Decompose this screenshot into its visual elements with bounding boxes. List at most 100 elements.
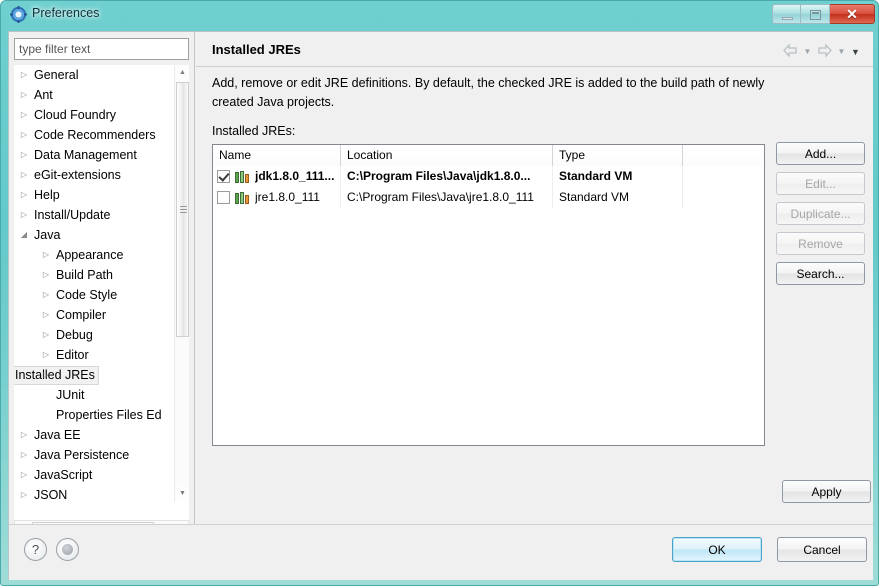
maximize-button[interactable]	[801, 4, 830, 24]
column-header-type[interactable]: Type	[553, 145, 683, 166]
maximize-icon	[810, 10, 821, 20]
checkbox-checked-icon[interactable]	[217, 170, 230, 183]
sidebar-item-label: eGit-extensions	[34, 168, 121, 182]
chevron-right-icon[interactable]: ▷	[18, 485, 30, 502]
sidebar-item-label: Installed JREs	[14, 366, 99, 385]
table-body: jdk1.8.0_111... C:\Program Files\Java\jdk…	[213, 166, 764, 208]
sidebar-item-debug[interactable]: ▷ Debug	[14, 325, 174, 345]
sidebar-item-properties-files-ed[interactable]: Properties Files Ed	[14, 405, 174, 425]
chevron-right-icon[interactable]: ▷	[18, 105, 30, 125]
close-button[interactable]: ✕	[830, 4, 875, 24]
sidebar-item-junit[interactable]: JUnit	[14, 385, 174, 405]
sidebar-item-compiler[interactable]: ▷ Compiler	[14, 305, 174, 325]
sidebar-item-label: Cloud Foundry	[34, 108, 116, 122]
chevron-right-icon[interactable]: ▷	[18, 425, 30, 445]
page-description: Add, remove or edit JRE definitions. By …	[212, 76, 765, 109]
tree-vertical-scrollbar[interactable]: ▲ ▼	[174, 65, 189, 502]
window-titlebar: Preferences ✕	[1, 1, 878, 31]
cell-location: C:\Program Files\Java\jre1.8.0_111	[341, 187, 553, 208]
chevron-right-icon[interactable]: ▷	[40, 245, 52, 265]
filter-input[interactable]	[14, 38, 189, 60]
chevron-right-icon[interactable]: ▷	[18, 85, 30, 105]
sidebar-item-appearance[interactable]: ▷ Appearance	[14, 245, 174, 265]
sidebar-item-build-path[interactable]: ▷ Build Path	[14, 265, 174, 285]
installed-jres-label: Installed JREs:	[212, 124, 296, 138]
chevron-right-icon[interactable]: ▷	[18, 125, 30, 145]
forward-arrow-icon[interactable]	[816, 43, 833, 58]
back-arrow-icon[interactable]	[782, 43, 799, 58]
preferences-window: Preferences ✕ ▷ General ▷ Ant ▷ Cloud Foundry…	[0, 0, 879, 586]
sidebar-item-editor[interactable]: ▷ Editor	[14, 345, 174, 365]
sidebar-item-label: General	[34, 68, 79, 82]
shell-menu-icon[interactable]	[56, 538, 79, 561]
sidebar-item-javascript[interactable]: ▷ JavaScript	[14, 465, 174, 485]
ok-button[interactable]: OK	[672, 537, 762, 562]
jre-library-icon	[235, 191, 251, 205]
sidebar-item-label: JavaScript	[34, 468, 93, 482]
title-separator	[196, 66, 873, 67]
help-icon[interactable]: ?	[24, 538, 47, 561]
window-title: Preferences	[32, 6, 100, 20]
checkbox-unchecked-icon[interactable]	[217, 191, 230, 204]
chevron-right-icon[interactable]: ▷	[18, 445, 30, 465]
sidebar-item-label: Install/Update	[34, 208, 111, 222]
page-navigation: ▼ ▼ ▼	[782, 43, 861, 58]
chevron-right-icon[interactable]: ▷	[18, 165, 30, 185]
minimize-icon	[782, 17, 793, 20]
column-header-blank[interactable]	[683, 145, 764, 166]
sidebar-item-egit-extensions[interactable]: ▷ eGit-extensions	[14, 165, 174, 185]
gear-icon	[10, 6, 27, 23]
sidebar-item-java-persistence[interactable]: ▷ Java Persistence	[14, 445, 174, 465]
cell-blank	[683, 187, 764, 208]
preferences-tree-container: ▷ General ▷ Ant ▷ Cloud Foundry ▷ Code Recommen…	[14, 65, 189, 520]
column-header-name[interactable]: Name	[213, 145, 341, 166]
sidebar-item-installed-jres[interactable]: ▷ Installed JREs	[14, 365, 174, 385]
preferences-tree: ▷ General ▷ Ant ▷ Cloud Foundry ▷ Code Recommen…	[14, 65, 174, 502]
column-header-location[interactable]: Location	[341, 145, 553, 166]
sidebar-item-help[interactable]: ▷ Help	[14, 185, 174, 205]
scroll-grip-icon	[180, 205, 187, 214]
page-title: Installed JREs	[212, 42, 301, 57]
add-button[interactable]: Add...	[776, 142, 865, 165]
jre-name: jre1.8.0_111	[255, 190, 320, 204]
chevron-right-icon[interactable]: ▷	[18, 465, 30, 485]
chevron-right-icon[interactable]: ▷	[18, 145, 30, 165]
minimize-button[interactable]	[772, 4, 801, 24]
sidebar-item-code-style[interactable]: ▷ Code Style	[14, 285, 174, 305]
back-dropdown-icon[interactable]: ▼	[802, 44, 813, 58]
cancel-button[interactable]: Cancel	[777, 537, 867, 562]
scroll-up-icon[interactable]: ▲	[175, 65, 189, 81]
chevron-right-icon[interactable]: ▷	[40, 365, 52, 385]
table-row[interactable]: jdk1.8.0_111... C:\Program Files\Java\jdk…	[213, 166, 764, 187]
chevron-right-icon[interactable]: ▷	[18, 205, 30, 225]
sidebar-item-general[interactable]: ▷ General	[14, 65, 174, 85]
sidebar-item-label: Data Management	[34, 148, 137, 162]
forward-dropdown-icon[interactable]: ▼	[836, 44, 847, 58]
table-row[interactable]: jre1.8.0_111 C:\Program Files\Java\jre1.8…	[213, 187, 764, 208]
chevron-right-icon[interactable]: ▷	[40, 305, 52, 325]
sidebar-item-code-recommenders[interactable]: ▷ Code Recommenders	[14, 125, 174, 145]
sidebar-item-label: Editor	[56, 348, 89, 362]
chevron-right-icon[interactable]: ▷	[40, 345, 52, 365]
chevron-right-icon[interactable]: ▷	[18, 185, 30, 205]
jre-action-buttons: Add... Edit... Duplicate... Remove Search...	[776, 142, 865, 292]
scroll-down-icon[interactable]: ▼	[175, 486, 189, 502]
sidebar-item-ant[interactable]: ▷ Ant	[14, 85, 174, 105]
chevron-right-icon[interactable]: ▷	[40, 265, 52, 285]
sidebar-item-java[interactable]: ◢ Java	[14, 225, 174, 245]
chevron-right-icon[interactable]: ▷	[40, 285, 52, 305]
chevron-down-icon[interactable]: ◢	[18, 225, 30, 245]
view-menu-icon[interactable]: ▼	[850, 44, 861, 58]
sidebar-item-json[interactable]: ▷ JSON	[14, 485, 174, 502]
sidebar-item-label: JSON	[34, 488, 68, 502]
sidebar-item-install-update[interactable]: ▷ Install/Update	[14, 205, 174, 225]
chevron-right-icon[interactable]: ▷	[40, 325, 52, 345]
sidebar-item-java-ee[interactable]: ▷ Java EE	[14, 425, 174, 445]
chevron-right-icon[interactable]: ▷	[18, 65, 30, 85]
apply-button[interactable]: Apply	[782, 480, 871, 503]
search-button[interactable]: Search...	[776, 262, 865, 285]
tree-scroll-thumb[interactable]	[176, 82, 189, 337]
sidebar-item-data-management[interactable]: ▷ Data Management	[14, 145, 174, 165]
edit-button: Edit...	[776, 172, 865, 195]
sidebar-item-cloud-foundry[interactable]: ▷ Cloud Foundry	[14, 105, 174, 125]
